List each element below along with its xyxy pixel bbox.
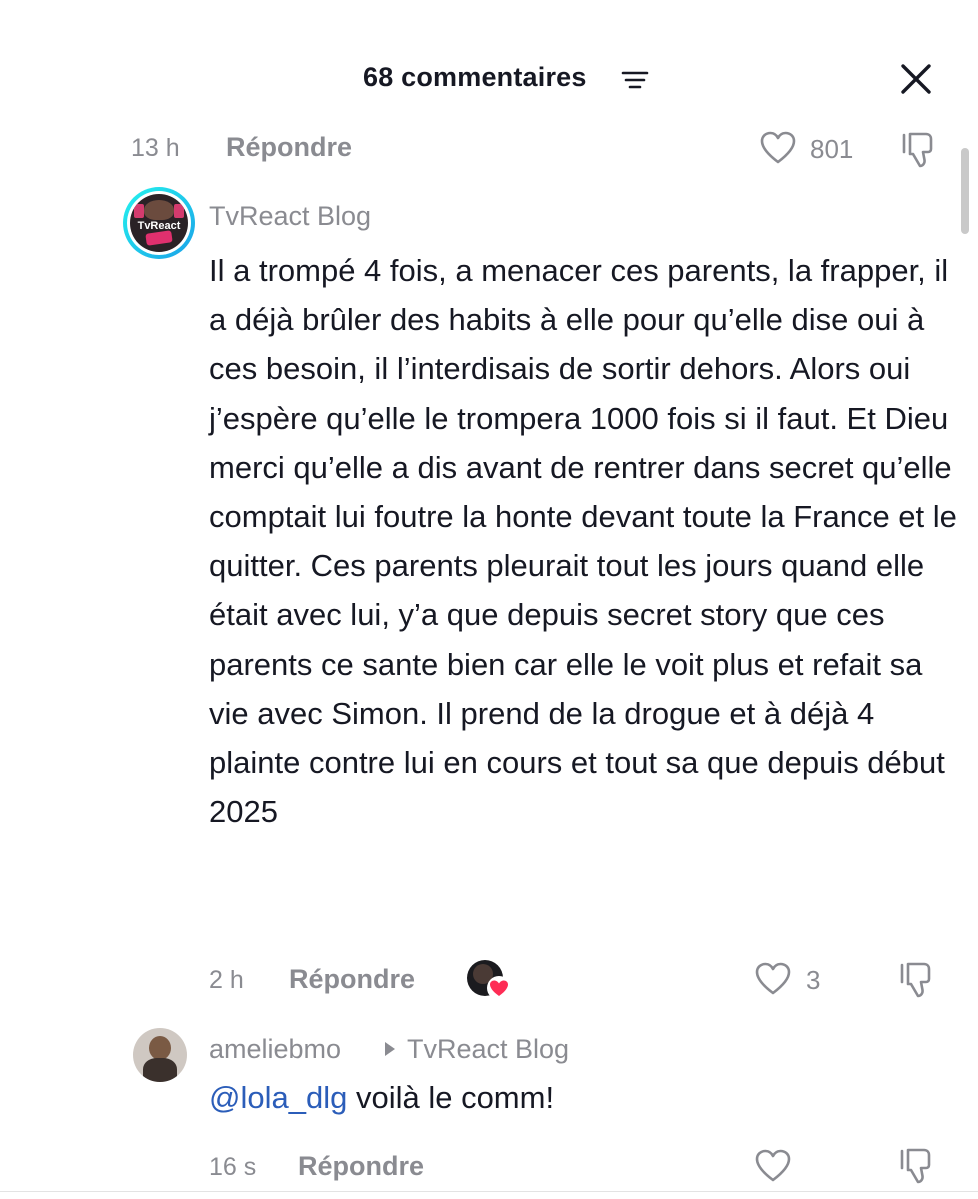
close-icon[interactable] xyxy=(899,62,933,96)
comments-count-title: 68 commentaires xyxy=(363,62,587,92)
reply-arrow-icon xyxy=(385,1042,395,1056)
creator-heart-badge-icon xyxy=(487,976,511,1000)
bottom-divider xyxy=(0,1191,978,1192)
comment-text: Il a trompé 4 fois, a menacer ces parent… xyxy=(209,253,957,830)
mention-link[interactable]: @lola_dlg xyxy=(209,1080,347,1115)
previous-like-count: 801 xyxy=(810,134,854,164)
comments-header: 68 commentaires xyxy=(0,52,978,104)
heart-icon[interactable] xyxy=(760,131,796,165)
reply-text: @lola_dlg voilà le comm! xyxy=(209,1080,554,1116)
reply-to-username[interactable]: TvReact Blog xyxy=(407,1034,569,1065)
previous-content-cutoff xyxy=(0,0,978,6)
avatar-logo-text: TvReact xyxy=(137,220,181,232)
comment-username[interactable]: TvReact Blog xyxy=(209,201,371,232)
avatar-tvreact-blog[interactable]: TvReact xyxy=(123,187,195,259)
heart-icon[interactable] xyxy=(755,1149,791,1183)
comment-time: 2 h xyxy=(209,966,244,994)
avatar-ameliebmo[interactable] xyxy=(133,1028,187,1082)
dislike-icon[interactable] xyxy=(897,1146,937,1186)
dislike-icon[interactable] xyxy=(899,130,939,170)
reply-username[interactable]: ameliebmo xyxy=(209,1034,341,1065)
heart-icon[interactable] xyxy=(755,962,791,996)
scrollbar-thumb[interactable] xyxy=(961,148,969,234)
dislike-icon[interactable] xyxy=(897,960,937,1000)
reply-text-body: voilà le comm! xyxy=(347,1080,555,1115)
previous-reply-button[interactable]: Répondre xyxy=(226,132,352,163)
reply-time: 16 s xyxy=(209,1153,257,1181)
sort-filter-icon[interactable] xyxy=(620,68,650,92)
comment-like-count: 3 xyxy=(806,965,821,995)
previous-comment-time: 13 h xyxy=(131,134,180,162)
reply-button[interactable]: Répondre xyxy=(289,964,415,995)
reply-reply-button[interactable]: Répondre xyxy=(298,1151,424,1182)
